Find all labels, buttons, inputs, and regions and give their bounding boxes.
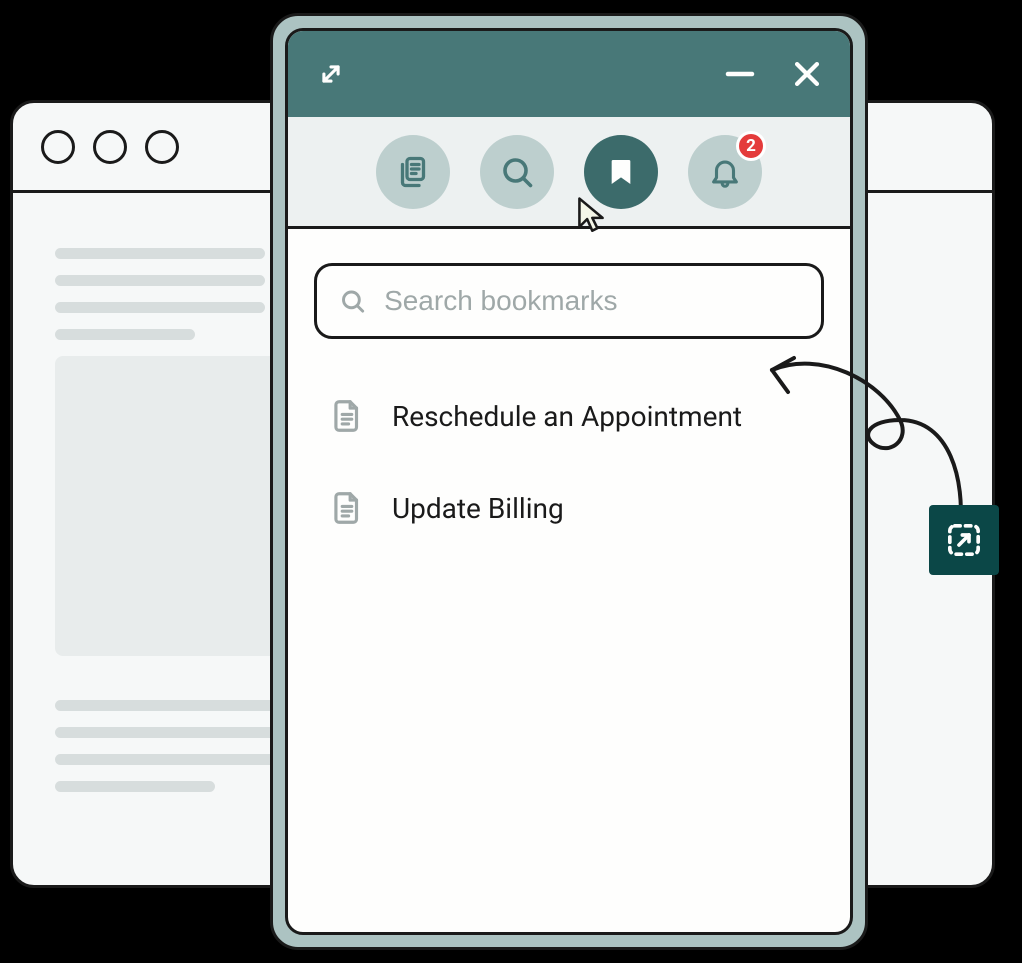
documents-icon: [395, 154, 431, 190]
traffic-light-dot: [145, 130, 179, 164]
minimize-icon: [722, 56, 758, 92]
bookmark-item-label: Reschedule an Appointment: [392, 400, 742, 433]
panel-toolbar: 2: [288, 117, 850, 229]
expand-button[interactable]: [314, 57, 348, 91]
bookmark-icon: [605, 156, 637, 188]
search-bookmarks-field[interactable]: [314, 263, 824, 339]
search-icon: [499, 154, 535, 190]
tab-documents[interactable]: [376, 135, 450, 209]
search-icon: [339, 286, 366, 316]
document-icon: [328, 397, 366, 435]
search-bookmarks-input[interactable]: [384, 285, 799, 317]
bookmark-item[interactable]: Reschedule an Appointment: [326, 383, 812, 449]
tab-search[interactable]: [480, 135, 554, 209]
close-icon: [790, 57, 824, 91]
expand-icon: [314, 57, 348, 91]
bookmark-item-label: Update Billing: [392, 492, 564, 525]
traffic-light-dot: [41, 130, 75, 164]
tab-notifications[interactable]: 2: [688, 135, 762, 209]
bell-icon: [708, 155, 742, 189]
panel-content: Reschedule an Appointment Update Billing: [288, 229, 850, 932]
document-icon: [328, 489, 366, 527]
cursor-icon: [575, 196, 607, 232]
notification-badge: 2: [736, 131, 766, 161]
skeleton-block: [55, 356, 285, 656]
panel-titlebar: [288, 31, 850, 117]
close-button[interactable]: [790, 57, 824, 91]
minimize-button[interactable]: [722, 56, 758, 92]
dock-launcher-button[interactable]: [929, 505, 999, 575]
bookmark-item[interactable]: Update Billing: [326, 475, 812, 541]
bookmarks-list: Reschedule an Appointment Update Billing: [314, 383, 824, 541]
traffic-light-dot: [93, 130, 127, 164]
popout-icon: [944, 520, 984, 560]
